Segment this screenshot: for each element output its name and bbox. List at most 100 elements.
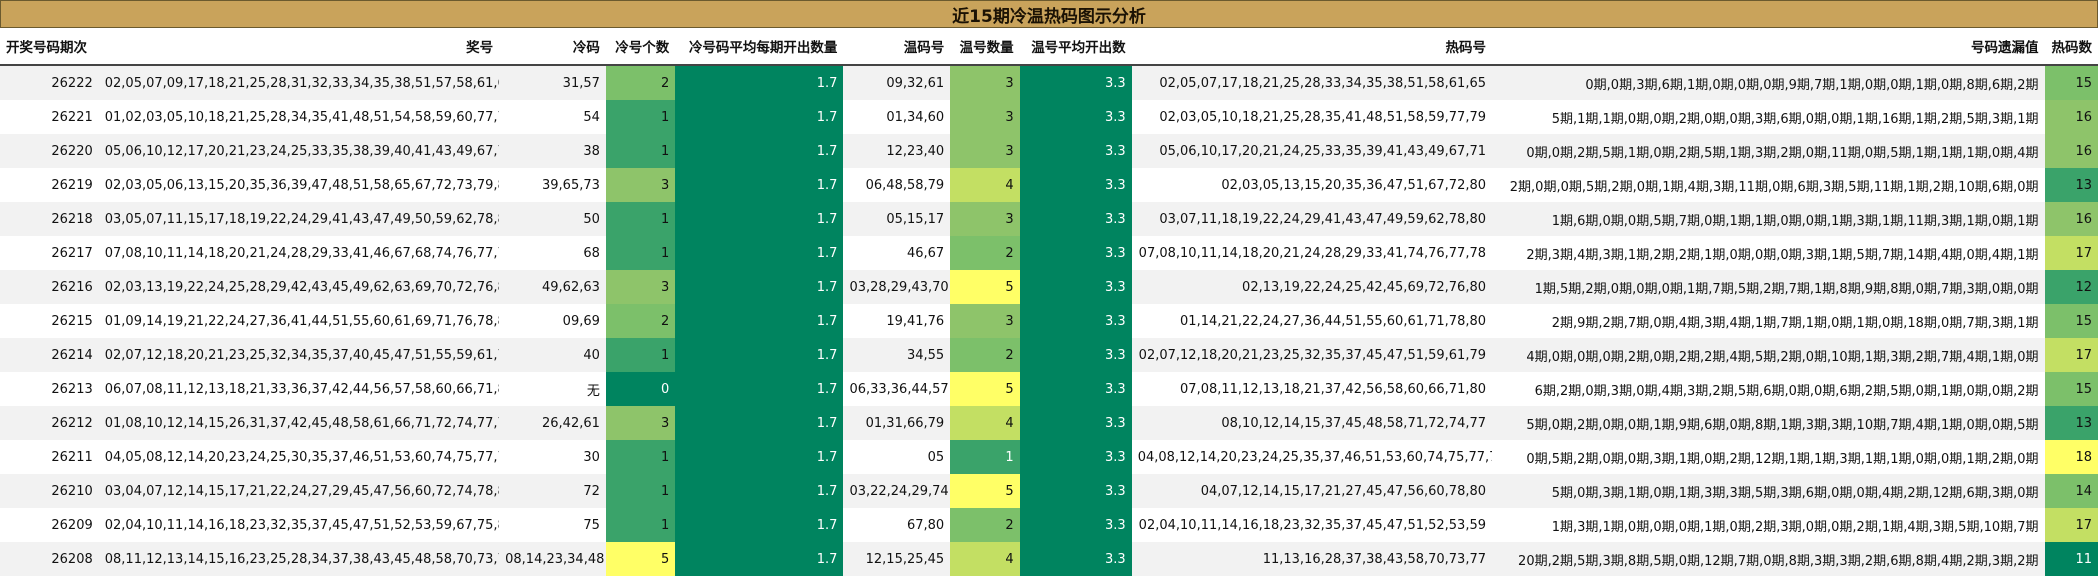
warm-count-cell: 3 <box>950 134 1020 168</box>
cold-count-cell: 1 <box>605 134 676 168</box>
period-cell: 26217 <box>0 236 99 270</box>
omission-cell: 5期,0期,3期,1期,0期,1期,3期,3期,5期,3期,6期,0期,0期,4… <box>1492 474 2045 508</box>
omission-cell: 5期,1期,1期,0期,0期,2期,0期,0期,3期,6期,0期,0期,1期,1… <box>1492 100 2045 134</box>
warm-avg-cell: 3.3 <box>1019 542 1132 576</box>
warm-cell: 03,22,24,29,74 <box>843 474 951 508</box>
cold-count-cell: 0 <box>605 372 676 406</box>
period-cell: 26220 <box>0 134 99 168</box>
table-row: 26213 06,07,08,11,12,13,18,21,33,36,37,42… <box>0 372 2098 406</box>
warm-avg-cell: 3.3 <box>1019 304 1132 338</box>
hot-cell: 07,08,11,12,13,18,21,37,42,56,58,60,66,7… <box>1131 372 1493 406</box>
hot-count-cell: 17 <box>2044 508 2098 542</box>
warm-count-cell: 4 <box>950 406 1020 440</box>
omission-cell: 1期,6期,0期,0期,5期,7期,0期,1期,1期,0期,0期,1期,3期,1… <box>1492 202 2045 236</box>
warm-cell: 06,48,58,79 <box>843 168 951 202</box>
hot-count-cell: 15 <box>2044 65 2098 100</box>
cold-cell: 08,14,23,34,48 <box>499 542 606 576</box>
header-warm: 温码号 <box>843 28 951 66</box>
cold-avg-cell: 1.7 <box>675 202 844 236</box>
cold-cell: 无 <box>499 372 606 406</box>
table-row: 26211 04,05,08,12,14,20,23,24,25,30,35,37… <box>0 440 2098 474</box>
numbers-cell: 03,05,07,11,15,17,18,19,22,24,29,41,43,4… <box>98 202 500 236</box>
cold-count-cell: 1 <box>605 474 676 508</box>
cold-avg-cell: 1.7 <box>675 134 844 168</box>
cold-count-cell: 1 <box>605 100 676 134</box>
warm-cell: 06,33,36,44,57 <box>843 372 951 406</box>
cold-cell: 39,65,73 <box>499 168 606 202</box>
period-cell: 26222 <box>0 65 99 100</box>
omission-cell: 1期,3期,1期,0期,0期,0期,1期,0期,2期,3期,0期,0期,2期,1… <box>1492 508 2045 542</box>
warm-count-cell: 3 <box>950 65 1020 100</box>
cold-count-cell: 1 <box>605 440 676 474</box>
omission-cell: 4期,0期,0期,0期,2期,0期,2期,2期,4期,5期,2期,0期,10期,… <box>1492 338 2045 372</box>
table-row: 26215 01,09,14,19,21,22,24,27,36,41,44,51… <box>0 304 2098 338</box>
warm-count-cell: 2 <box>950 236 1020 270</box>
omission-cell: 20期,2期,5期,3期,8期,5期,0期,12期,7期,0期,8期,3期,3期… <box>1492 542 2045 576</box>
warm-avg-cell: 3.3 <box>1019 236 1132 270</box>
warm-avg-cell: 3.3 <box>1019 168 1132 202</box>
cold-count-cell: 2 <box>605 65 676 100</box>
table-row: 26219 02,03,05,06,13,15,20,35,36,39,47,48… <box>0 168 2098 202</box>
table-row: 26210 03,04,07,12,14,15,17,21,22,24,27,29… <box>0 474 2098 508</box>
cold-count-cell: 5 <box>605 542 676 576</box>
warm-avg-cell: 3.3 <box>1019 406 1132 440</box>
header-warm-avg: 温号平均开出数 <box>1019 28 1132 66</box>
period-cell: 26212 <box>0 406 99 440</box>
warm-count-cell: 3 <box>950 202 1020 236</box>
cold-count-cell: 3 <box>605 406 676 440</box>
omission-cell: 2期,9期,2期,7期,0期,4期,3期,4期,1期,7期,1期,0期,1期,0… <box>1492 304 2045 338</box>
hot-cell: 02,03,05,10,18,21,25,28,35,41,48,51,58,5… <box>1131 100 1493 134</box>
table-row: 26222 02,05,07,09,17,18,21,25,28,31,32,33… <box>0 65 2098 100</box>
omission-cell: 0期,5期,2期,0期,0期,3期,1期,0期,2期,12期,1期,1期,3期,… <box>1492 440 2045 474</box>
cold-count-cell: 1 <box>605 508 676 542</box>
warm-cell: 05,15,17 <box>843 202 951 236</box>
numbers-cell: 07,08,10,11,14,18,20,21,24,28,29,33,41,4… <box>98 236 500 270</box>
omission-cell: 1期,5期,2期,0期,0期,0期,1期,7期,5期,2期,7期,1期,8期,9… <box>1492 270 2045 304</box>
warm-cell: 12,15,25,45 <box>843 542 951 576</box>
hot-count-cell: 15 <box>2044 372 2098 406</box>
warm-avg-cell: 3.3 <box>1019 474 1132 508</box>
omission-cell: 5期,0期,2期,0期,0期,1期,9期,6期,0期,8期,1期,3期,3期,1… <box>1492 406 2045 440</box>
hot-cell: 02,05,07,17,18,21,25,28,33,34,35,38,51,5… <box>1131 65 1493 100</box>
warm-cell: 01,34,60 <box>843 100 951 134</box>
warm-cell: 03,28,29,43,70 <box>843 270 951 304</box>
numbers-cell: 02,05,07,09,17,18,21,25,28,31,32,33,34,3… <box>98 65 500 100</box>
numbers-cell: 01,08,10,12,14,15,26,31,37,42,45,48,58,6… <box>98 406 500 440</box>
period-cell: 26218 <box>0 202 99 236</box>
header-warm-count: 温号数量 <box>950 28 1020 66</box>
period-cell: 26210 <box>0 474 99 508</box>
hot-count-cell: 18 <box>2044 440 2098 474</box>
cold-count-cell: 3 <box>605 270 676 304</box>
cold-count-cell: 3 <box>605 168 676 202</box>
header-omission: 号码遗漏值 <box>1492 28 2045 66</box>
warm-avg-cell: 3.3 <box>1019 508 1132 542</box>
hot-count-cell: 16 <box>2044 134 2098 168</box>
warm-count-cell: 5 <box>950 270 1020 304</box>
warm-count-cell: 1 <box>950 440 1020 474</box>
table-row: 26217 07,08,10,11,14,18,20,21,24,28,29,33… <box>0 236 2098 270</box>
warm-cell: 67,80 <box>843 508 951 542</box>
table-row: 26216 02,03,13,19,22,24,25,28,29,42,43,45… <box>0 270 2098 304</box>
warm-avg-cell: 3.3 <box>1019 440 1132 474</box>
cold-count-cell: 1 <box>605 202 676 236</box>
hot-cell: 02,03,05,13,15,20,35,36,47,51,67,72,80 <box>1131 168 1493 202</box>
hot-cell: 05,06,10,17,20,21,24,25,33,35,39,41,43,4… <box>1131 134 1493 168</box>
warm-cell: 12,23,40 <box>843 134 951 168</box>
cold-cell: 26,42,61 <box>499 406 606 440</box>
table-row: 26221 01,02,03,05,10,18,21,25,28,34,35,41… <box>0 100 2098 134</box>
cold-cell: 30 <box>499 440 606 474</box>
cold-cell: 49,62,63 <box>499 270 606 304</box>
period-cell: 26209 <box>0 508 99 542</box>
hot-cell: 01,14,21,22,24,27,36,44,51,55,60,61,71,7… <box>1131 304 1493 338</box>
period-cell: 26214 <box>0 338 99 372</box>
omission-cell: 6期,2期,0期,3期,0期,4期,3期,2期,5期,6期,0期,0期,6期,2… <box>1492 372 2045 406</box>
period-cell: 26208 <box>0 542 99 576</box>
table-row: 26212 01,08,10,12,14,15,26,31,37,42,45,48… <box>0 406 2098 440</box>
warm-avg-cell: 3.3 <box>1019 338 1132 372</box>
period-cell: 26219 <box>0 168 99 202</box>
cold-cell: 72 <box>499 474 606 508</box>
period-cell: 26213 <box>0 372 99 406</box>
warm-cell: 19,41,76 <box>843 304 951 338</box>
table-body: 26222 02,05,07,09,17,18,21,25,28,31,32,33… <box>0 65 2098 576</box>
header-period: 开奖号码期次 <box>0 28 99 66</box>
